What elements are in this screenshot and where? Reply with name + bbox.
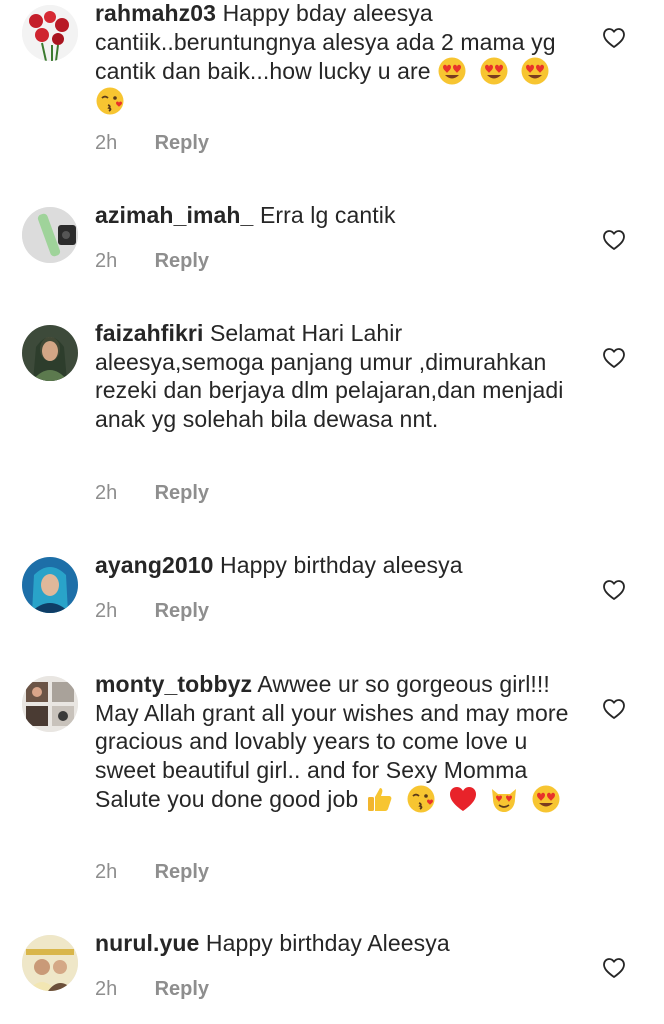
kissing-face-emoji [406, 784, 436, 814]
heart-eyes-cat-emoji [489, 784, 519, 814]
comment-time: 2h [95, 132, 118, 154]
comment-body: ayang2010 Happy birthday aleesya [95, 551, 575, 580]
heart-eyes-emoji [437, 56, 467, 86]
comment-username[interactable]: monty_tobbyz [95, 671, 252, 697]
comment-username[interactable]: faizahfikri [95, 320, 203, 346]
comment-body: monty_tobbyz Awwee ur so gorgeous girl!!… [95, 670, 575, 814]
avatar[interactable] [22, 207, 78, 263]
comment-meta: 2h Reply [95, 482, 209, 505]
comment-time: 2h [95, 861, 118, 883]
heart-outline-icon[interactable] [602, 347, 626, 369]
avatar[interactable] [22, 325, 78, 381]
comment-meta: 2h Reply [95, 132, 209, 155]
comment-username[interactable]: azimah_imah_ [95, 202, 253, 228]
heart-outline-icon[interactable] [602, 957, 626, 979]
comment-username[interactable]: nurul.yue [95, 930, 199, 956]
reply-button[interactable]: Reply [155, 978, 209, 1000]
heart-eyes-emoji [531, 784, 561, 814]
comment-text: Happy birthday Aleesya [205, 930, 450, 956]
avatar[interactable] [22, 676, 78, 732]
comment-body: rahmahz03 Happy bday aleesya cantiik..be… [95, 0, 575, 116]
reply-button[interactable]: Reply [155, 250, 209, 272]
comment-time: 2h [95, 482, 118, 504]
comment-time: 2h [95, 600, 118, 622]
thumbs-up-emoji [365, 784, 395, 814]
comment-body: faizahfikri Selamat Hari Lahir aleesya,s… [95, 319, 575, 433]
comment-username[interactable]: rahmahz03 [95, 0, 216, 26]
comment-meta: 2h Reply [95, 600, 209, 623]
comment-meta: 2h Reply [95, 978, 209, 1001]
comment-text: Happy birthday aleesya [220, 552, 463, 578]
comment-meta: 2h Reply [95, 861, 209, 884]
reply-button[interactable]: Reply [155, 482, 209, 504]
comment-body: azimah_imah_ Erra lg cantik [95, 201, 575, 230]
heart-eyes-emoji [479, 56, 509, 86]
kissing-face-emoji [95, 86, 125, 116]
reply-button[interactable]: Reply [155, 132, 209, 154]
emoji-row [365, 784, 566, 814]
heart-outline-icon[interactable] [602, 229, 626, 251]
comment-body: nurul.yue Happy birthday Aleesya [95, 929, 575, 958]
heart-outline-icon[interactable] [602, 27, 626, 49]
comment-meta: 2h Reply [95, 250, 209, 273]
reply-button[interactable]: Reply [155, 600, 209, 622]
heart-outline-icon[interactable] [602, 579, 626, 601]
comment-time: 2h [95, 250, 118, 272]
avatar[interactable] [22, 5, 78, 61]
avatar[interactable] [22, 935, 78, 991]
avatar[interactable] [22, 557, 78, 613]
comment-time: 2h [95, 978, 118, 1000]
comment-text: Erra lg cantik [259, 202, 396, 228]
heart-eyes-emoji [520, 56, 550, 86]
red-heart-emoji [448, 784, 478, 814]
reply-button[interactable]: Reply [155, 861, 209, 883]
comment-username[interactable]: ayang2010 [95, 552, 214, 578]
heart-outline-icon[interactable] [602, 698, 626, 720]
